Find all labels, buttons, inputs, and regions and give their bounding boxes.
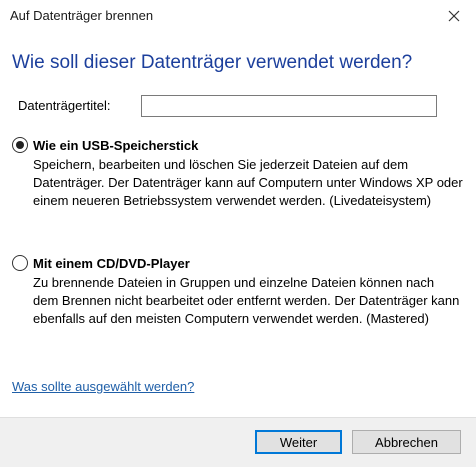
option-cd-dvd-player-label: Mit einem CD/DVD-Player <box>33 255 190 271</box>
radio-cd-dvd-player[interactable] <box>12 255 28 271</box>
disc-title-label: Datenträgertitel: <box>18 98 111 113</box>
window-title: Auf Datenträger brennen <box>10 8 154 23</box>
next-button[interactable]: Weiter <box>255 430 342 454</box>
option-cd-dvd-player[interactable]: Mit einem CD/DVD-Player Zu brennende Dat… <box>12 255 462 328</box>
cancel-button[interactable]: Abbrechen <box>352 430 461 454</box>
close-icon <box>448 10 460 22</box>
radio-usb-stick[interactable] <box>12 137 28 153</box>
title-bar: Auf Datenträger brennen <box>0 0 476 32</box>
close-button[interactable] <box>442 5 466 27</box>
burn-disc-dialog: Auf Datenträger brennen Wie soll dieser … <box>0 0 476 467</box>
main-instruction: Wie soll dieser Datenträger verwendet we… <box>12 52 413 73</box>
help-link[interactable]: Was sollte ausgewählt werden? <box>12 379 194 394</box>
option-usb-stick-label: Wie ein USB-Speicherstick <box>33 137 199 153</box>
disc-title-input[interactable] <box>141 95 437 117</box>
button-bar: Weiter Abbrechen <box>0 417 476 467</box>
option-usb-stick-description: Speichern, bearbeiten und löschen Sie je… <box>33 157 463 208</box>
option-usb-stick[interactable]: Wie ein USB-Speicherstick Speichern, bea… <box>12 137 463 210</box>
option-cd-dvd-player-description: Zu brennende Dateien in Gruppen und einz… <box>33 275 460 326</box>
